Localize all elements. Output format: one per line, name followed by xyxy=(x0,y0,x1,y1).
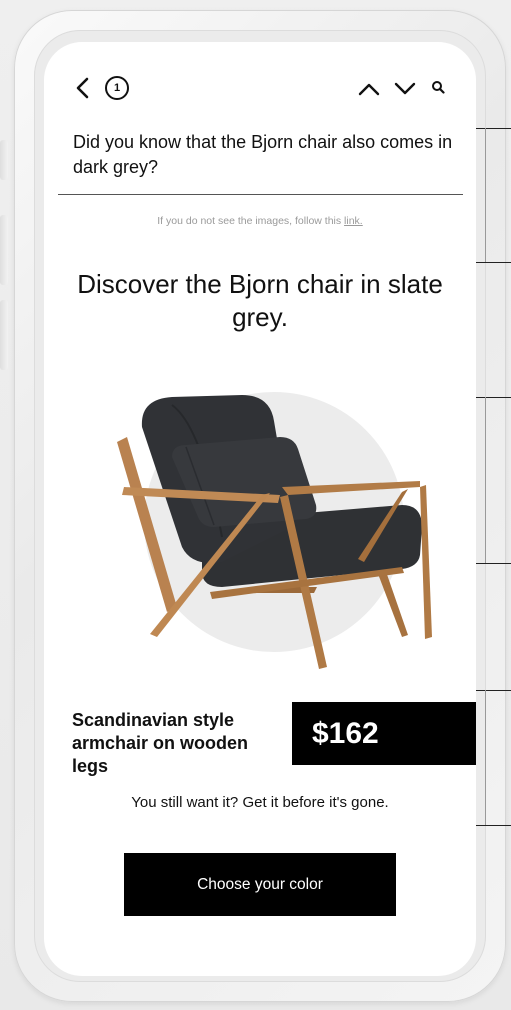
image-notice-text: If you do not see the images, follow thi… xyxy=(157,215,345,227)
chair-product-image xyxy=(117,392,432,669)
annotation-bracket xyxy=(485,397,486,563)
phone-side-button xyxy=(0,140,8,180)
product-name: Scandinavian style armchair on wooden le… xyxy=(72,710,249,776)
down-chevron-icon[interactable] xyxy=(394,82,416,96)
message-count-badge: 1 xyxy=(105,76,129,100)
annotation-line xyxy=(476,825,511,826)
annotation-line xyxy=(476,128,511,129)
annotation-line xyxy=(476,397,511,398)
back-chevron-icon[interactable] xyxy=(74,76,92,100)
up-chevron-icon[interactable] xyxy=(358,82,380,96)
choose-color-button[interactable]: Choose your color xyxy=(124,853,396,916)
email-screen: 1 Did you know that the Bjorn chair also… xyxy=(44,42,476,976)
promo-headline: Discover the Bjorn chair in slate grey. xyxy=(77,269,443,332)
annotation-line xyxy=(476,262,511,263)
image-notice-link[interactable]: link. xyxy=(344,215,363,227)
email-subject: Did you know that the Bjorn chair also c… xyxy=(73,132,453,177)
image-notice: If you do not see the images, follow thi… xyxy=(44,215,476,227)
subject-divider xyxy=(58,194,463,195)
price-tag: $162 xyxy=(292,702,476,765)
phone-volume-down xyxy=(0,300,8,370)
search-icon[interactable] xyxy=(431,80,445,94)
annotation-line xyxy=(476,563,511,564)
annotation-bracket xyxy=(485,690,486,825)
email-nav-bar: 1 xyxy=(44,42,476,132)
urgency-text: You still want it? Get it before it's go… xyxy=(131,794,389,811)
stage: 1 Did you know that the Bjorn chair also… xyxy=(0,0,511,1010)
annotation-line xyxy=(476,690,511,691)
phone-volume-up xyxy=(0,215,8,285)
annotation-bracket xyxy=(485,128,486,262)
price-value: $162 xyxy=(312,716,379,750)
